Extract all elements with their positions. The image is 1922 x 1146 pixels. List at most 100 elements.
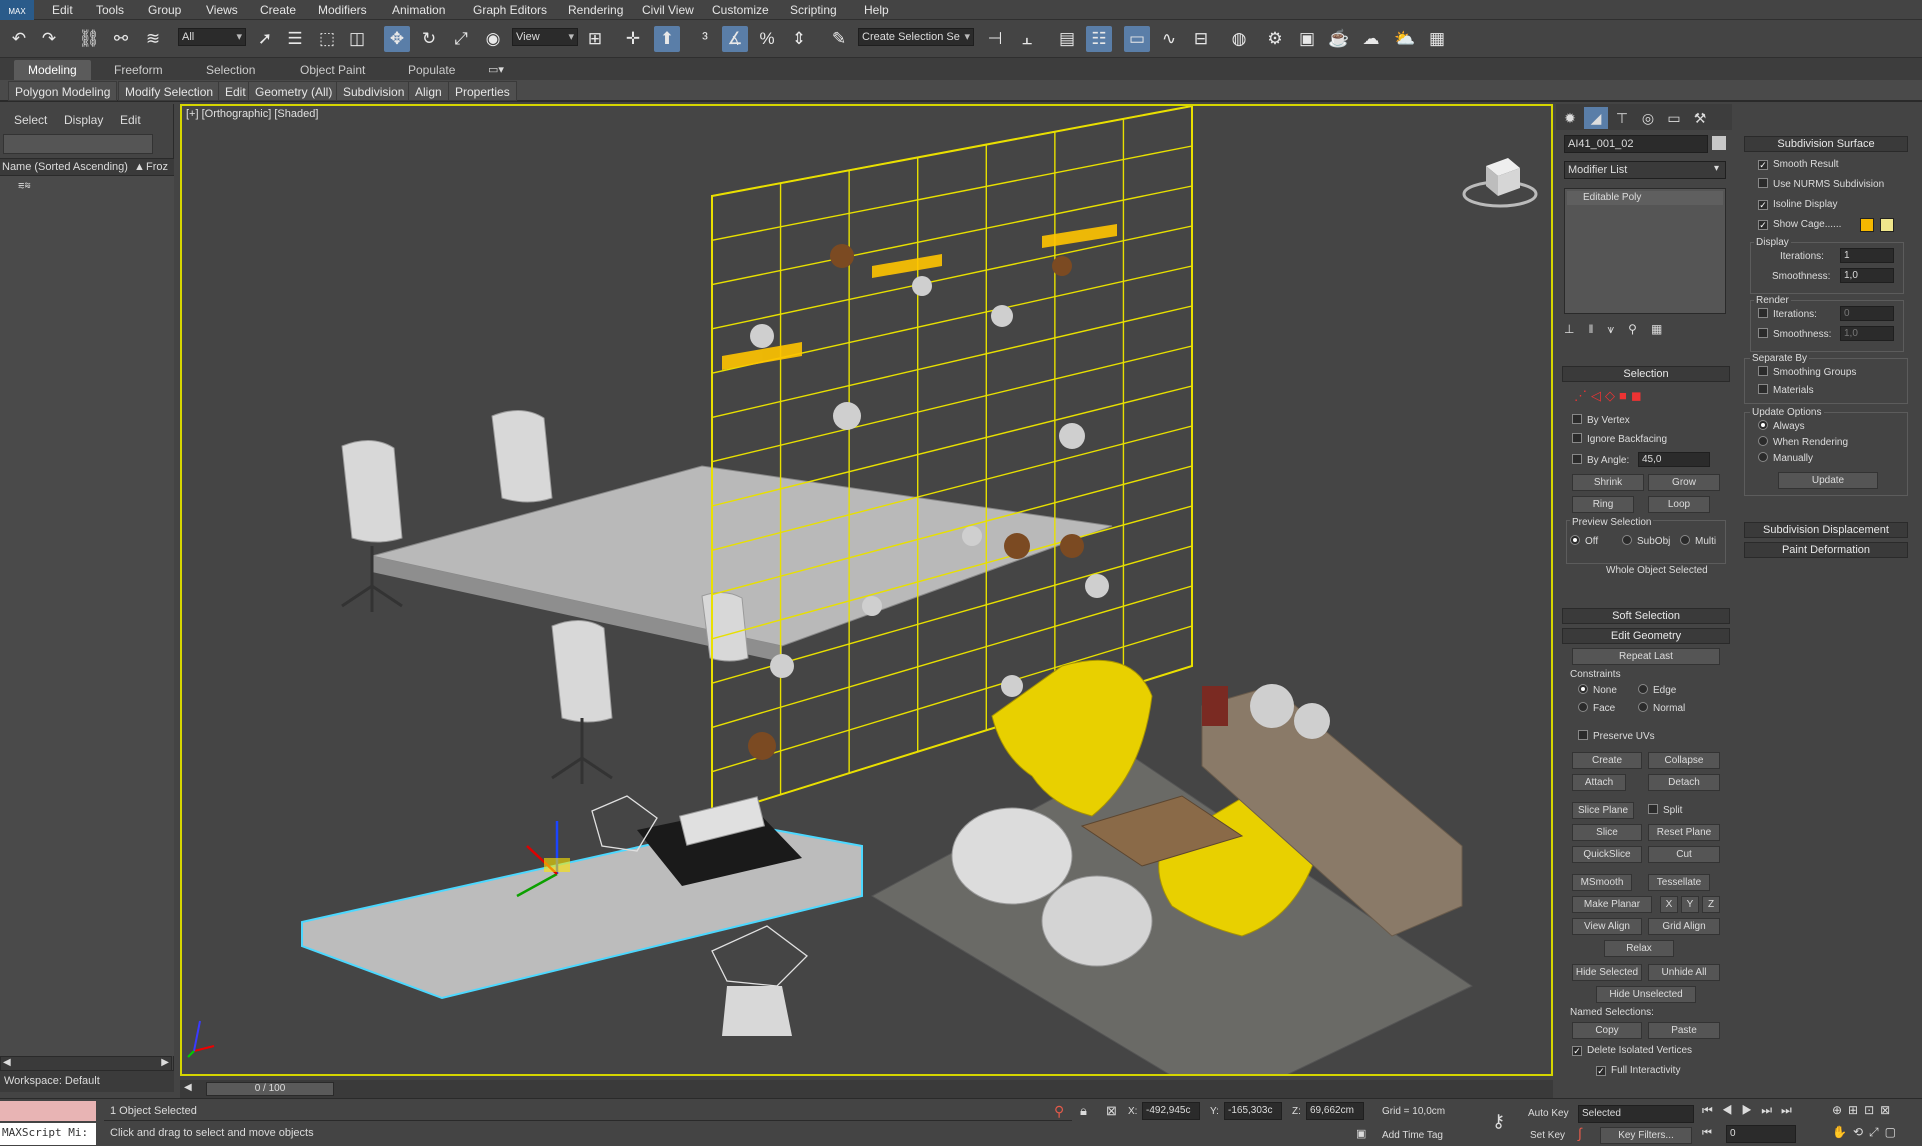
column-name[interactable]: Name (Sorted Ascending) [2, 159, 128, 175]
key-icon[interactable]: ⚷ [1492, 1111, 1505, 1132]
update-when-rendering-radio[interactable]: When Rendering [1758, 436, 1848, 450]
select-and-rotate-icon[interactable]: ↻ [416, 26, 442, 52]
detach-button[interactable]: Detach [1648, 774, 1720, 791]
update-button[interactable]: Update [1778, 472, 1878, 489]
render-smoothness-option[interactable]: Smoothness: [1758, 328, 1831, 342]
time-slider[interactable]: 0 / 100 [206, 1082, 334, 1096]
isoline-display-option[interactable]: ✓ Isoline Display [1758, 198, 1837, 212]
checkbox[interactable] [1572, 414, 1582, 424]
loop-button[interactable]: Loop [1648, 496, 1710, 513]
place-icon[interactable]: ◉ [480, 26, 506, 52]
render-in-cloud-icon[interactable]: ⛅ [1392, 26, 1418, 52]
create-tab-icon[interactable]: ✹ [1558, 107, 1582, 129]
viewport-navigation-icons-2[interactable]: ✋⟲⤢▢ [1832, 1125, 1902, 1140]
bind-space-warp-icon[interactable]: ≋ [140, 26, 166, 52]
ring-button[interactable]: Ring [1572, 496, 1634, 513]
tab-modeling[interactable]: Modeling [14, 60, 91, 80]
prev-frame-icon[interactable]: ◀ [184, 1082, 192, 1093]
explorer-tab-display[interactable]: Display [52, 110, 115, 130]
stack-item-editable-poly[interactable]: Editable Poly [1567, 191, 1723, 205]
radio[interactable] [1680, 535, 1690, 545]
collapse-button[interactable]: Collapse [1648, 752, 1720, 769]
select-manipulate-icon[interactable]: ✛ [620, 26, 646, 52]
unhide-all-button[interactable]: Unhide All [1648, 964, 1720, 981]
iterations-spinner[interactable]: 1 [1840, 248, 1894, 263]
by-vertex-option[interactable]: By Vertex [1572, 414, 1630, 428]
checkbox[interactable] [1758, 328, 1768, 338]
rollout-paint-deformation[interactable]: Paint Deformation [1744, 542, 1908, 558]
constraint-normal-radio[interactable]: Normal [1638, 702, 1685, 716]
grow-button[interactable]: Grow [1648, 474, 1720, 491]
menu-customize[interactable]: Customize [702, 0, 779, 20]
radio[interactable] [1758, 452, 1768, 462]
preview-multi-radio[interactable]: Multi [1680, 535, 1716, 549]
planar-z-button[interactable]: Z [1702, 896, 1720, 913]
menu-group[interactable]: Group [138, 0, 191, 20]
constraint-edge-radio[interactable]: Edge [1638, 684, 1676, 698]
subobject-level-icons[interactable]: ⋰◁◇■◼ [1574, 388, 1646, 404]
ribbon-modify-selection[interactable]: Modify Selection [118, 81, 221, 101]
app-logo[interactable]: MAX [0, 0, 34, 20]
material-editor-icon[interactable]: ◍ [1226, 26, 1252, 52]
column-frozen[interactable]: Froz [146, 159, 168, 175]
checkbox[interactable] [1572, 433, 1582, 443]
render-setup-icon[interactable]: ⚙ [1262, 26, 1288, 52]
display-tab-icon[interactable]: ▭ [1662, 107, 1686, 129]
align-icon[interactable]: ⫠ [1014, 26, 1040, 52]
menu-create[interactable]: Create [250, 0, 306, 20]
checkbox[interactable] [1572, 454, 1582, 464]
checkbox-checked[interactable]: ✓ [1758, 160, 1768, 170]
rollout-selection[interactable]: Selection [1562, 366, 1730, 382]
show-cage-option[interactable]: ✓ Show Cage...... [1758, 218, 1841, 232]
unlink-icon[interactable]: ⚯ [108, 26, 134, 52]
radio[interactable] [1638, 702, 1648, 712]
explorer-tab-select[interactable]: Select [2, 110, 59, 130]
radio[interactable] [1570, 535, 1580, 545]
select-object-icon[interactable]: ➚ [252, 26, 278, 52]
cage-color-swatch[interactable] [1860, 218, 1874, 232]
pivot-center-icon[interactable]: ⊞ [582, 26, 608, 52]
time-slider-track[interactable]: ◀ ▶ [180, 1080, 1553, 1098]
hide-unselected-button[interactable]: Hide Unselected [1596, 986, 1696, 1003]
scroll-right-icon[interactable]: ▶ [161, 1057, 169, 1068]
radio[interactable] [1578, 702, 1588, 712]
ribbon-geometry-all[interactable]: Geometry (All) [248, 81, 340, 101]
modifier-stack[interactable]: Editable Poly [1564, 188, 1726, 314]
radio[interactable] [1758, 420, 1768, 430]
shrink-button[interactable]: Shrink [1572, 474, 1644, 491]
by-angle-option[interactable]: By Angle: [1572, 454, 1629, 468]
angle-spinner[interactable]: 45,0 [1638, 452, 1710, 467]
tessellate-button[interactable]: Tessellate [1648, 874, 1710, 891]
ribbon-properties[interactable]: Properties [448, 81, 517, 101]
checkbox[interactable] [1648, 804, 1658, 814]
absolute-mode-icon[interactable]: ⊠ [1106, 1103, 1117, 1119]
chevron-down-icon[interactable]: ▾ [1714, 163, 1719, 174]
tab-object-paint[interactable]: Object Paint [286, 60, 379, 80]
percent-snap-icon[interactable]: % [754, 26, 780, 52]
edit-named-selection-icon[interactable]: ✎ [826, 26, 852, 52]
named-selection-set-dropdown[interactable]: Create Selection Se [858, 28, 974, 46]
perspective-viewport[interactable]: [+] [Orthographic] [Shaded] [180, 104, 1553, 1076]
quickslice-button[interactable]: QuickSlice [1572, 846, 1642, 863]
radio[interactable] [1622, 535, 1632, 545]
rollout-subdivision-surface[interactable]: Subdivision Surface [1744, 136, 1908, 152]
split-option[interactable]: Split [1648, 804, 1682, 818]
constraint-none-radio[interactable]: None [1578, 684, 1617, 698]
radio[interactable] [1638, 684, 1648, 694]
add-time-tag[interactable]: Add Time Tag [1382, 1129, 1443, 1143]
radio[interactable] [1578, 684, 1588, 694]
planar-x-button[interactable]: X [1660, 896, 1678, 913]
grid-align-button[interactable]: Grid Align [1648, 918, 1720, 935]
smoothing-groups-option[interactable]: Smoothing Groups [1758, 366, 1856, 380]
menu-modifiers[interactable]: Modifiers [308, 0, 377, 20]
toggle-scene-explorer-icon[interactable]: ▤ [1054, 26, 1080, 52]
checkbox[interactable] [1758, 366, 1768, 376]
preserve-uvs-option[interactable]: Preserve UVs [1578, 730, 1655, 744]
maxscript-mini-listener[interactable]: MAXScript Mi: [0, 1123, 96, 1145]
viewport-navigation-icons[interactable]: ⊕⊞⊡⊠ [1832, 1103, 1896, 1117]
render-iterations-spinner[interactable]: 0 [1840, 306, 1894, 321]
maxscript-listener-pink[interactable] [0, 1101, 96, 1121]
explorer-tab-edit[interactable]: Edit [108, 110, 153, 130]
materials-option[interactable]: Materials [1758, 384, 1814, 398]
ribbon-align[interactable]: Align [408, 81, 449, 101]
